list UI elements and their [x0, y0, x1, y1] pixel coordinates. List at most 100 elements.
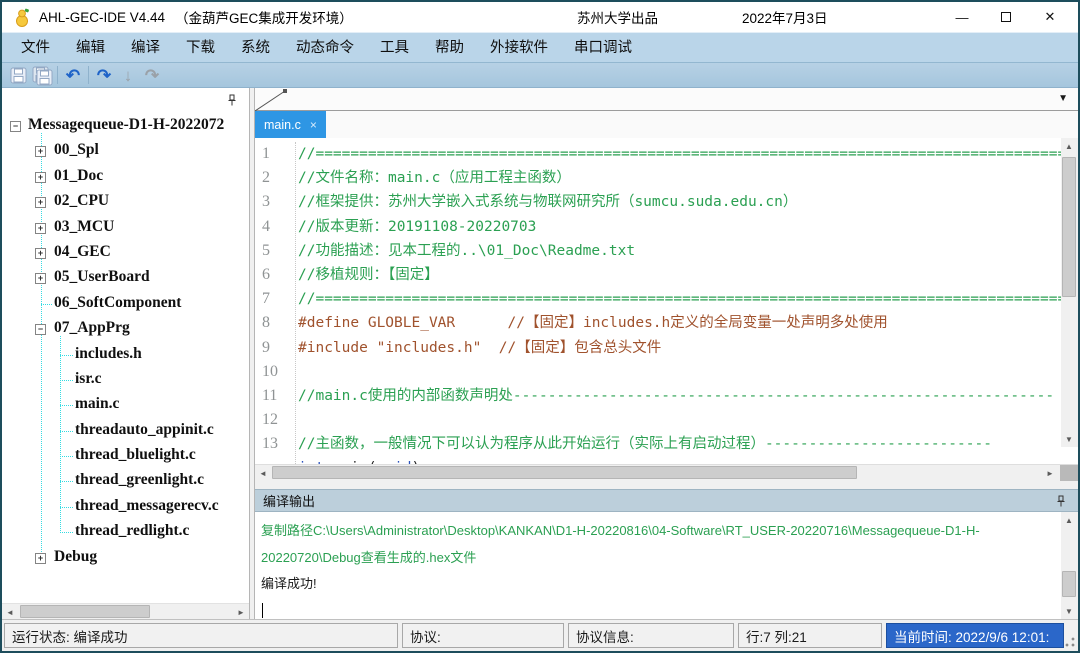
minimize-button[interactable]: — [940, 2, 984, 32]
compile-output[interactable]: 复制路径C:\Users\Administrator\Desktop\KANKA… [255, 512, 1078, 619]
code-text: //======================================… [289, 142, 1061, 166]
redo-icon[interactable]: ↷ [92, 64, 116, 86]
tree-item-isr.c[interactable]: isr.c [2, 368, 249, 393]
tree-item-05_UserBoard[interactable]: +05_UserBoard [2, 266, 249, 291]
scrollbar-corner [1060, 465, 1078, 481]
code-line: 1//=====================================… [255, 142, 1061, 166]
code-line: 4//版本更新：20191108-20220703 [255, 215, 1061, 239]
pin-icon[interactable] [1056, 495, 1066, 510]
menu-item-工具[interactable]: 工具 [367, 33, 422, 63]
tree-item-label: includes.h [75, 345, 142, 363]
tree-branch-line [60, 532, 73, 533]
tree-item-threadauto_appinit.c[interactable]: threadauto_appinit.c [2, 419, 249, 444]
tree-item-00_Spl[interactable]: +00_Spl [2, 139, 249, 164]
scroll-right-icon[interactable]: ► [233, 604, 249, 620]
code-area: 1//=====================================… [255, 142, 1061, 464]
save-icon[interactable] [6, 64, 30, 86]
menu-item-编译[interactable]: 编译 [118, 33, 173, 63]
tree-item-04_GEC[interactable]: +04_GEC [2, 241, 249, 266]
menu-item-系统[interactable]: 系统 [228, 33, 283, 63]
close-button[interactable]: ✕ [1028, 2, 1072, 32]
editor-horizontal-scrollbar[interactable]: ◄ ► [255, 464, 1078, 481]
expand-toggle-icon[interactable]: + [35, 146, 46, 157]
tree-item-label: 02_CPU [54, 192, 109, 210]
collapse-toggle-icon[interactable]: − [10, 121, 21, 132]
tree-item-07_AppPrg[interactable]: −07_AppPrg [2, 317, 249, 342]
toolbar-separator [88, 66, 89, 84]
tree-item-01_Doc[interactable]: +01_Doc [2, 165, 249, 190]
scrollbar-thumb[interactable] [1062, 571, 1076, 597]
tree-item-includes.h[interactable]: includes.h [2, 343, 249, 368]
tree-item-03_MCU[interactable]: +03_MCU [2, 216, 249, 241]
tree-item-Messagequeue-D1-H-2022072[interactable]: −Messagequeue-D1-H-2022072 [2, 114, 249, 139]
line-number: 3 [255, 190, 289, 214]
tree-item-Debug[interactable]: + Debug [2, 546, 249, 571]
scroll-right-icon[interactable]: ► [1042, 465, 1058, 481]
app-subtitle: （金葫芦GEC集成开发环境） [175, 7, 353, 27]
menu-item-外接软件[interactable]: 外接软件 [477, 33, 561, 63]
line-number: 1 [255, 142, 289, 166]
scrollbar-thumb[interactable] [1062, 157, 1076, 297]
main-area: −Messagequeue-D1-H-2022072+00_Spl+01_Doc… [2, 88, 1078, 619]
tree-item-thread_messagerecv.c[interactable]: thread_messagerecv.c [2, 495, 249, 520]
line-number: 4 [255, 215, 289, 239]
tree-item-06_SoftComponent[interactable]: 06_SoftComponent [2, 292, 249, 317]
menu-item-动态命令[interactable]: 动态命令 [283, 33, 367, 63]
scroll-down-icon[interactable]: ▼ [1061, 603, 1077, 619]
output-vertical-scrollbar[interactable]: ▲ ▼ [1061, 512, 1078, 619]
tree-item-thread_bluelight.c[interactable]: thread_bluelight.c [2, 444, 249, 469]
tree-item-label: isr.c [75, 370, 102, 388]
scroll-left-icon[interactable]: ◄ [255, 465, 271, 481]
tree-item-thread_greenlight.c[interactable]: thread_greenlight.c [2, 469, 249, 494]
expand-toggle-icon[interactable]: + [35, 172, 46, 183]
tree-item-02_CPU[interactable]: +02_CPU [2, 190, 249, 215]
menu-item-串口调试[interactable]: 串口调试 [561, 33, 645, 63]
menu-item-文件[interactable]: 文件 [8, 33, 63, 63]
scroll-up-icon[interactable]: ▲ [1061, 512, 1077, 528]
expand-toggle-icon[interactable]: + [35, 197, 46, 208]
pin-icon[interactable] [227, 93, 237, 111]
tree-horizontal-scrollbar[interactable]: ◄ ► [2, 603, 249, 619]
tab-close-icon[interactable]: × [310, 118, 317, 132]
expand-toggle-icon[interactable]: + [35, 553, 46, 564]
tab-main-c[interactable]: main.c × [255, 111, 326, 138]
undo-icon[interactable]: ↶ [61, 64, 85, 86]
scroll-left-icon[interactable]: ◄ [2, 604, 18, 620]
scrollbar-thumb[interactable] [272, 466, 857, 479]
editor-vertical-scrollbar[interactable]: ▲ ▼ [1061, 138, 1078, 447]
tree-item-thread_redlight.c[interactable]: thread_redlight.c [2, 520, 249, 545]
expand-toggle-icon[interactable]: + [35, 273, 46, 284]
line-number: 6 [255, 263, 289, 287]
code-text: #define GLOBLE_VAR //【固定】includes.h定义的全局… [289, 311, 888, 335]
menu-bar: 文件编辑编译下载系统动态命令工具帮助外接软件串口调试 [2, 32, 1078, 62]
maximize-button[interactable] [984, 2, 1028, 32]
expand-toggle-icon[interactable]: + [35, 248, 46, 259]
help-icon[interactable]: ↷ [140, 64, 164, 86]
menu-item-编辑[interactable]: 编辑 [63, 33, 118, 63]
resize-grip[interactable] [1065, 637, 1075, 647]
collapse-toggle-icon[interactable]: − [35, 324, 46, 335]
output-line: 20220720\Debug查看生成的.hex文件 [261, 545, 1058, 572]
code-line: 13//主函数，一般情况下可以认为程序从此开始运行（实际上有启动过程）-----… [255, 432, 1061, 456]
expand-toggle-icon[interactable]: + [35, 223, 46, 234]
code-editor[interactable]: 1//=====================================… [255, 138, 1078, 464]
tree-item-label: Debug [54, 548, 97, 566]
project-tree[interactable]: −Messagequeue-D1-H-2022072+00_Spl+01_Doc… [2, 110, 249, 603]
tree-item-main.c[interactable]: main.c [2, 393, 249, 418]
code-text: //文件名称：main.c（应用工程主函数） [289, 166, 571, 190]
save-all-icon[interactable] [30, 64, 54, 86]
code-line: 3//框架提供：苏州大学嵌入式系统与物联网研究所（sumcu.suda.edu.… [255, 190, 1061, 214]
line-number: 7 [255, 287, 289, 311]
menu-item-帮助[interactable]: 帮助 [422, 33, 477, 63]
toolbar-separator [57, 66, 58, 84]
download-icon[interactable]: ↓ [116, 64, 140, 86]
scroll-down-icon[interactable]: ▼ [1061, 431, 1077, 447]
output-splitter[interactable] [255, 481, 1078, 489]
menu-item-下载[interactable]: 下载 [173, 33, 228, 63]
status-segment-2: 协议: [402, 623, 564, 648]
chevron-down-icon[interactable]: ▼ [1058, 93, 1068, 104]
code-line: 6//移植规则：【固定】 [255, 263, 1061, 287]
scrollbar-thumb[interactable] [20, 605, 150, 618]
scroll-up-icon[interactable]: ▲ [1061, 138, 1077, 154]
status-segment-3: 协议信息: [568, 623, 734, 648]
